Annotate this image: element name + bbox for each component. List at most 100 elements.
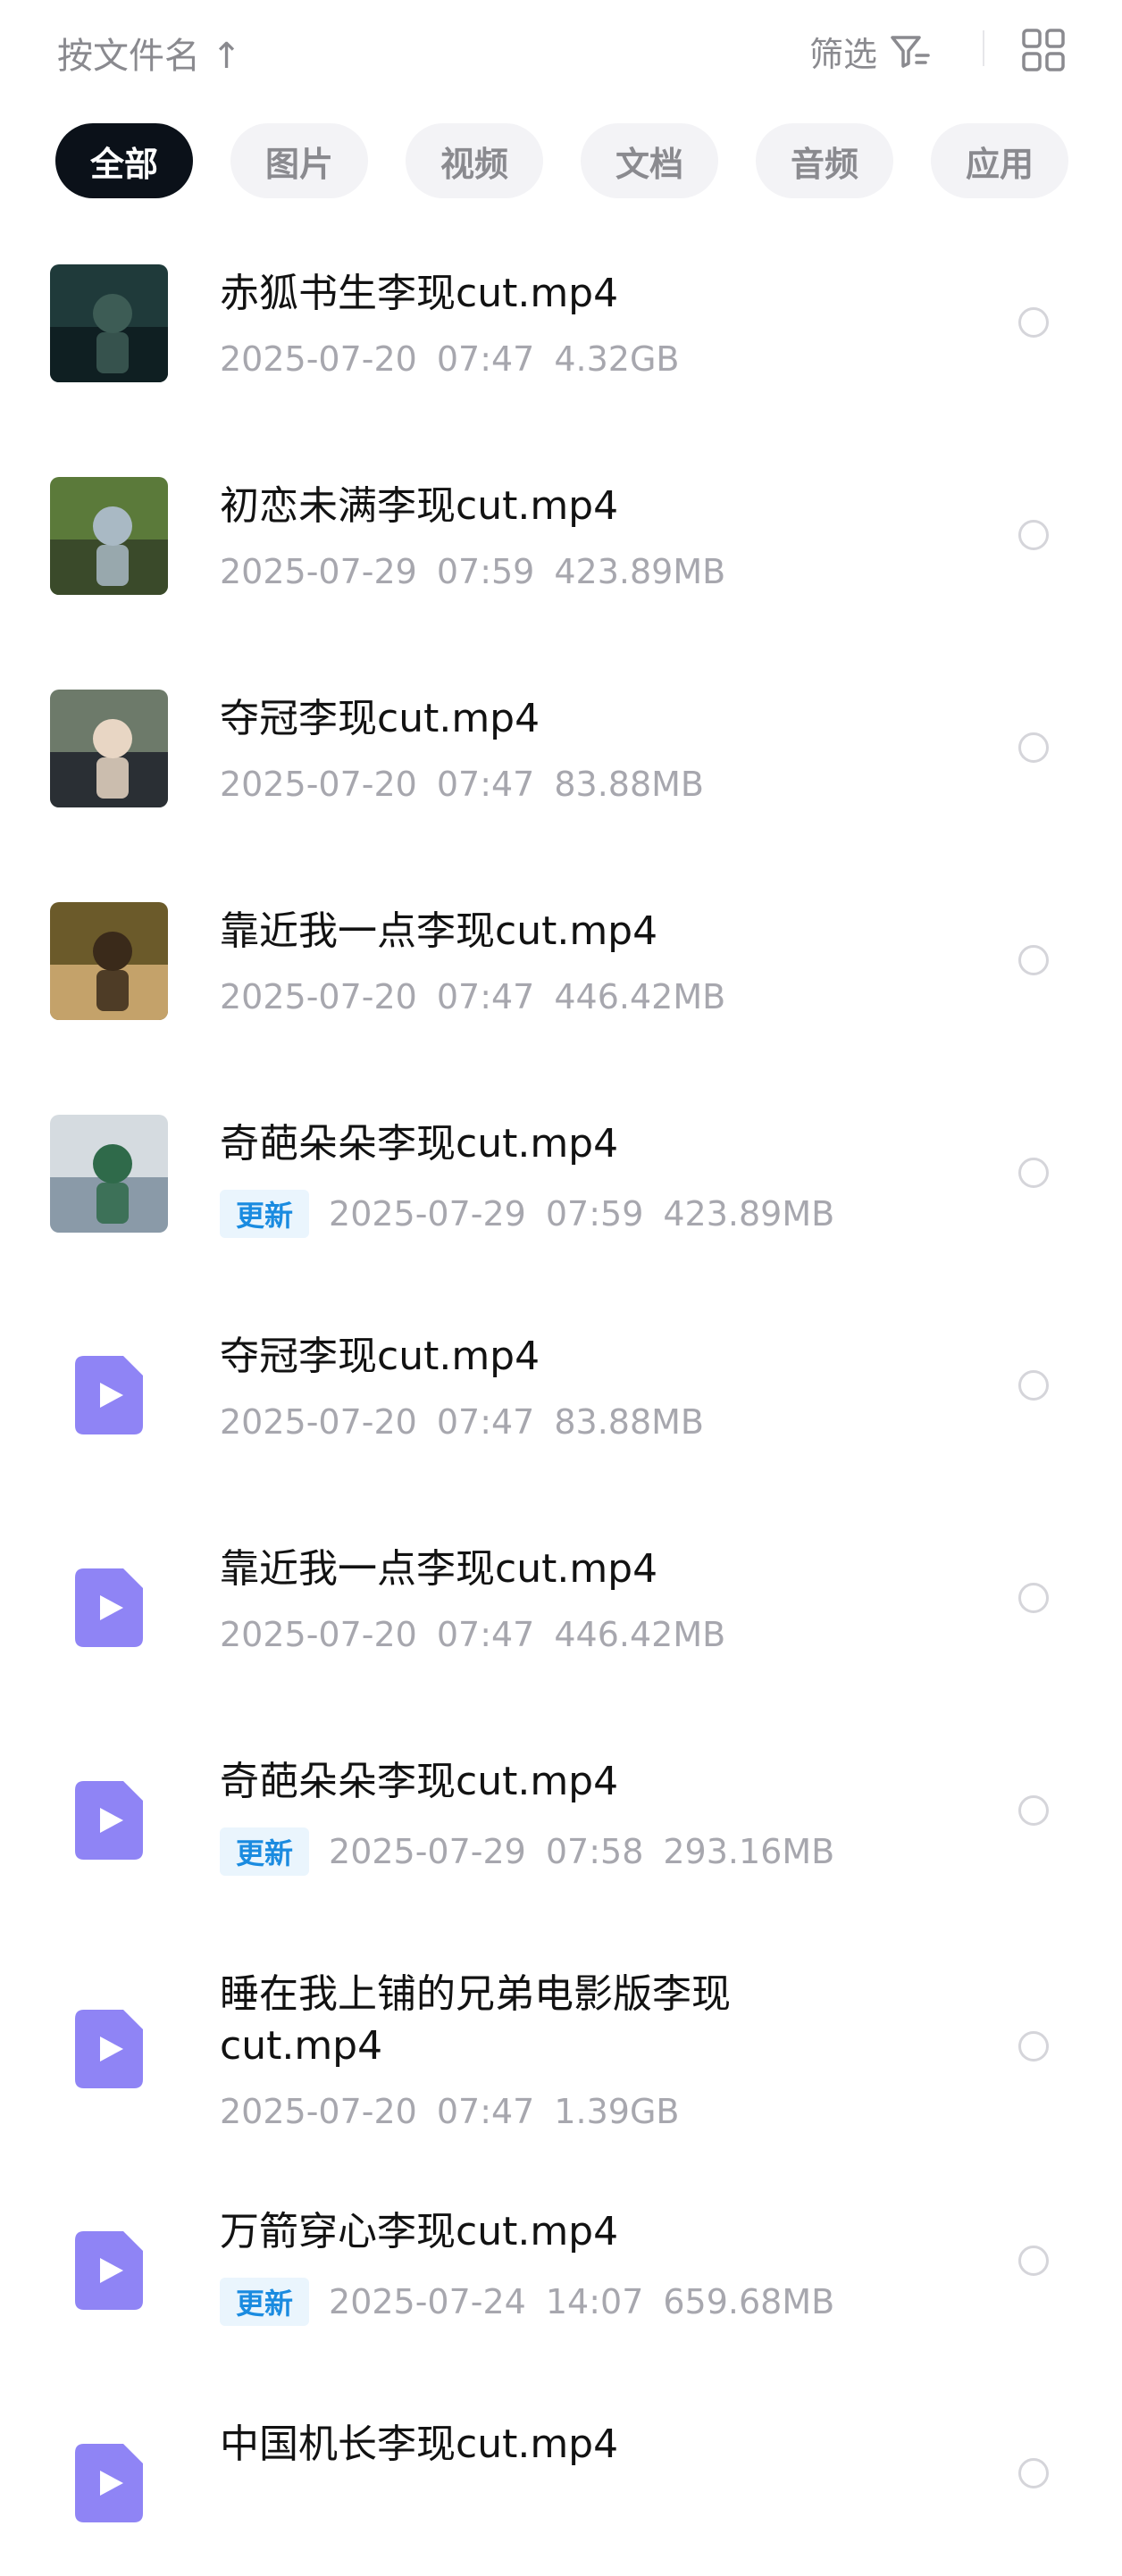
- file-name: 奇葩朵朵李现cut.mp4: [220, 1759, 619, 1804]
- file-meta: 2025-07-20 07:47 1.39GB: [220, 2092, 679, 2131]
- file-row[interactable]: 初恋未满李现cut.mp4 2025-07-29 07:59 423.89MB: [0, 425, 1122, 638]
- file-size: 659.68MB: [663, 2282, 835, 2321]
- tab-videos[interactable]: 视频: [406, 123, 543, 198]
- file-date: 2025-07-20: [220, 339, 417, 379]
- video-file-icon: [75, 1781, 143, 1860]
- file-date: 2025-07-20: [220, 1402, 417, 1442]
- file-time: 07:47: [436, 1402, 535, 1442]
- video-file-icon: [75, 1568, 143, 1647]
- file-row[interactable]: 奇葩朵朵李现cut.mp4 更新 2025-07-29 07:58 293.16MB: [0, 1701, 1122, 1913]
- file-row[interactable]: 中国机长李现cut.mp4: [0, 2363, 1122, 2576]
- select-radio[interactable]: [1018, 732, 1049, 763]
- file-size: 446.42MB: [554, 1615, 726, 1654]
- select-radio[interactable]: [1018, 1795, 1049, 1826]
- file-time: 07:47: [436, 977, 535, 1016]
- file-date: 2025-07-20: [220, 765, 417, 804]
- file-size: 446.42MB: [554, 977, 726, 1016]
- file-date: 2025-07-29: [220, 552, 417, 591]
- file-row[interactable]: 睡在我上铺的兄弟电影版李现cut.mp4 2025-07-20 07:47 1.39G…: [0, 1913, 1122, 2151]
- file-row[interactable]: 夺冠李现cut.mp4 2025-07-20 07:47 83.88MB: [0, 638, 1122, 850]
- filter-icon: [891, 35, 930, 68]
- select-radio[interactable]: [1018, 307, 1049, 338]
- file-time: 07:47: [436, 339, 535, 379]
- file-list: 赤狐书生李现cut.mp4 2025-07-20 07:47 4.32GB 初恋未满李现…: [0, 213, 1122, 2576]
- select-radio[interactable]: [1018, 2458, 1049, 2488]
- file-size: 4.32GB: [554, 339, 680, 379]
- file-date: 2025-07-20: [220, 977, 417, 1016]
- file-time: 07:59: [436, 552, 535, 591]
- file-name: 初恋未满李现cut.mp4: [220, 483, 619, 529]
- file-meta: 更新 2025-07-29 07:58 293.16MB: [220, 1827, 834, 1876]
- video-thumbnail: [50, 1115, 168, 1233]
- file-time: 14:07: [545, 2282, 644, 2321]
- tab-images[interactable]: 图片: [230, 123, 368, 198]
- file-size: 423.89MB: [663, 1194, 835, 1234]
- select-radio[interactable]: [1018, 1370, 1049, 1401]
- file-row[interactable]: 万箭穿心李现cut.mp4 更新 2025-07-24 14:07 659.68MB: [0, 2151, 1122, 2363]
- file-name: 夺冠李现cut.mp4: [220, 696, 540, 741]
- file-row[interactable]: 靠近我一点李现cut.mp4 2025-07-20 07:47 446.42MB: [0, 850, 1122, 1063]
- file-meta: 2025-07-29 07:59 423.89MB: [220, 552, 725, 591]
- file-meta: 2025-07-20 07:47 4.32GB: [220, 339, 679, 379]
- file-date: 2025-07-20: [220, 2092, 417, 2131]
- tab-apps[interactable]: 应用: [931, 123, 1068, 198]
- tab-all[interactable]: 全部: [55, 123, 193, 198]
- category-tabs: 全部 图片 视频 文档 音频 应用: [55, 123, 1068, 198]
- file-size: 293.16MB: [663, 1832, 835, 1871]
- file-date: 2025-07-24: [329, 2282, 526, 2321]
- top-toolbar: 按文件名 ↑ 筛选: [0, 0, 1122, 103]
- file-name: 靠近我一点李现cut.mp4: [220, 1546, 658, 1592]
- file-name: 夺冠李现cut.mp4: [220, 1334, 540, 1379]
- filter-button[interactable]: 筛选: [809, 27, 931, 76]
- file-name: 靠近我一点李现cut.mp4: [220, 908, 658, 954]
- select-radio[interactable]: [1018, 1583, 1049, 1613]
- update-badge: 更新: [220, 1190, 310, 1238]
- grid-view-icon[interactable]: [1022, 29, 1065, 71]
- video-thumbnail: [50, 902, 168, 1020]
- file-date: 2025-07-20: [220, 1615, 417, 1654]
- file-row[interactable]: 奇葩朵朵李现cut.mp4 更新 2025-07-29 07:59 423.89MB: [0, 1063, 1122, 1275]
- video-thumbnail: [50, 264, 168, 382]
- video-thumbnail: [50, 690, 168, 807]
- tab-audio[interactable]: 音频: [756, 123, 893, 198]
- video-thumbnail: [50, 477, 168, 595]
- file-meta: 2025-07-20 07:47 83.88MB: [220, 765, 704, 804]
- file-size: 1.39GB: [554, 2092, 680, 2131]
- file-time: 07:58: [545, 1832, 644, 1871]
- toolbar-divider: [983, 30, 984, 66]
- file-size: 83.88MB: [554, 765, 705, 804]
- file-time: 07:59: [545, 1194, 644, 1234]
- file-row[interactable]: 靠近我一点李现cut.mp4 2025-07-20 07:47 446.42MB: [0, 1488, 1122, 1701]
- video-file-icon: [75, 2444, 143, 2522]
- file-time: 07:47: [436, 2092, 535, 2131]
- file-meta: 2025-07-20 07:47 446.42MB: [220, 1615, 725, 1654]
- file-time: 07:47: [436, 1615, 535, 1654]
- file-name: 中国机长李现cut.mp4: [220, 2421, 619, 2467]
- file-row[interactable]: 夺冠李现cut.mp4 2025-07-20 07:47 83.88MB: [0, 1275, 1122, 1488]
- file-name: 睡在我上铺的兄弟电影版李现cut.mp4: [220, 1971, 731, 2069]
- file-name: 万箭穿心李现cut.mp4: [220, 2209, 619, 2254]
- tab-documents[interactable]: 文档: [581, 123, 718, 198]
- video-file-icon: [75, 2231, 143, 2310]
- select-radio[interactable]: [1018, 1158, 1049, 1188]
- select-radio[interactable]: [1018, 2031, 1049, 2062]
- sort-by-name-button[interactable]: 按文件名 ↑: [57, 27, 241, 79]
- file-meta: 2025-07-20 07:47 83.88MB: [220, 1402, 704, 1442]
- file-date: 2025-07-29: [329, 1194, 526, 1234]
- file-row[interactable]: 赤狐书生李现cut.mp4 2025-07-20 07:47 4.32GB: [0, 213, 1122, 425]
- update-badge: 更新: [220, 1827, 310, 1876]
- select-radio[interactable]: [1018, 945, 1049, 975]
- video-file-icon: [75, 2010, 143, 2088]
- file-size: 83.88MB: [554, 1402, 705, 1442]
- file-date: 2025-07-29: [329, 1832, 526, 1871]
- file-name: 赤狐书生李现cut.mp4: [220, 271, 619, 316]
- filter-label: 筛选: [809, 35, 878, 74]
- video-file-icon: [75, 1356, 143, 1434]
- file-meta: 更新 2025-07-29 07:59 423.89MB: [220, 1190, 834, 1238]
- select-radio[interactable]: [1018, 520, 1049, 550]
- file-name: 奇葩朵朵李现cut.mp4: [220, 1121, 619, 1167]
- select-radio[interactable]: [1018, 2246, 1049, 2276]
- update-badge: 更新: [220, 2278, 310, 2326]
- file-meta: 更新 2025-07-24 14:07 659.68MB: [220, 2278, 834, 2326]
- file-meta: 2025-07-20 07:47 446.42MB: [220, 977, 725, 1016]
